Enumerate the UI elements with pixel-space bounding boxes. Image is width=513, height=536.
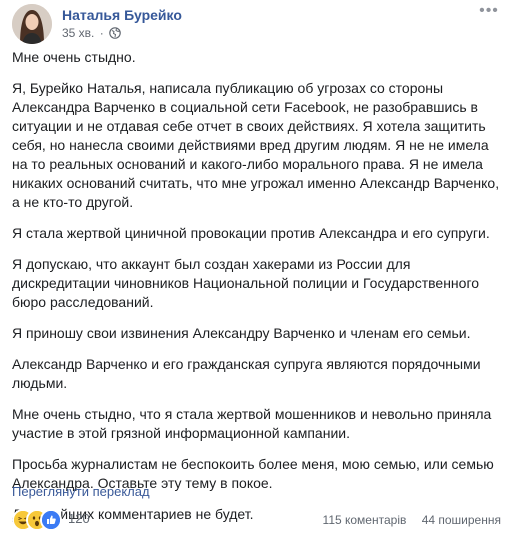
post-paragraph: Я допускаю, что аккаунт был создан хакер… [12, 256, 480, 310]
shares-count[interactable]: 44 поширення [422, 513, 501, 527]
post-paragraph: Я, Бурейко Наталья, написала публикацию … [12, 80, 500, 210]
see-translation-link[interactable]: Переглянути переклад [12, 484, 150, 499]
post-text: Мне очень стыдно. Я, Бурейко Наталья, на… [12, 48, 502, 536]
post-paragraph: Александр Варченко и его гражданская суп… [12, 356, 481, 391]
post-footer: 120 115 коментарів 44 поширення [12, 509, 501, 533]
globe-icon[interactable] [109, 27, 121, 42]
comments-count[interactable]: 115 коментарів [323, 513, 407, 527]
post-paragraph: Мне очень стыдно. [12, 49, 136, 65]
author-name[interactable]: Наталья Бурейко [62, 7, 182, 23]
meta-separator: · [99, 26, 104, 40]
post-stats: 115 коментарів 44 поширення [311, 513, 501, 527]
author-avatar[interactable] [12, 4, 52, 44]
like-icon [40, 509, 62, 531]
post-paragraph: Я приношу свои извинения Александру Варч… [12, 325, 471, 341]
post-timestamp[interactable]: 35 хв. [62, 26, 94, 40]
facebook-post: Наталья Бурейко 35 хв. · ••• Мне очень с… [0, 0, 513, 533]
post-meta: 35 хв. · [62, 26, 121, 42]
post-paragraph: Я стала жертвой циничной провокации прот… [12, 225, 490, 241]
reaction-count[interactable]: 120 [68, 511, 90, 526]
more-options-icon[interactable]: ••• [477, 3, 501, 24]
post-paragraph: Мне очень стыдно, что я стала жертвой мо… [12, 406, 492, 441]
post-header: Наталья Бурейко 35 хв. · ••• [12, 3, 501, 44]
